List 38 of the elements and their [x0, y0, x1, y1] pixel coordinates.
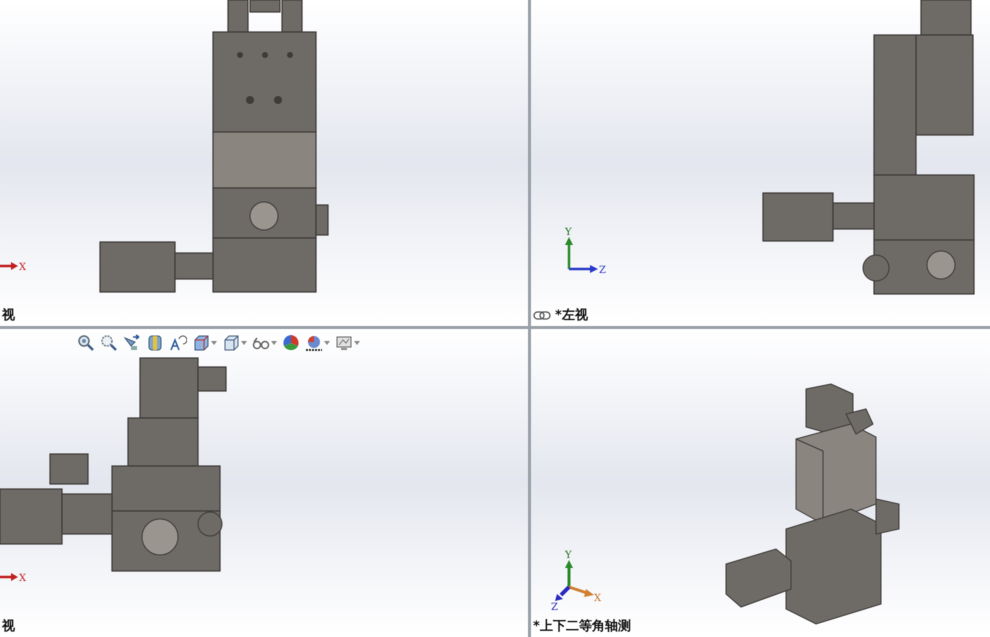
axis-label: Y	[565, 227, 572, 238]
axis-label: X	[19, 573, 26, 584]
axis-label: Y	[565, 550, 572, 561]
toolbar-button[interactable]	[122, 333, 142, 353]
z-axis-arrow-icon	[569, 265, 598, 273]
previous-view-icon	[123, 334, 141, 352]
axis-label: X	[19, 262, 26, 273]
monitor-icon	[335, 334, 353, 352]
caret-icon	[354, 341, 360, 345]
toolbar-button[interactable]	[76, 333, 96, 353]
axis-label: Z	[599, 265, 606, 276]
scene-icon	[305, 334, 323, 352]
x-axis-arrow-icon	[0, 262, 18, 270]
x-axis-arrow-icon	[568, 586, 594, 597]
toolbar-button[interactable]	[304, 333, 331, 353]
caret-icon	[211, 341, 217, 345]
view-label: *上下二等角轴测	[533, 618, 631, 635]
view-label: 视	[2, 307, 15, 324]
section-view-icon	[146, 334, 164, 352]
caret-icon	[241, 341, 247, 345]
caret-icon	[324, 341, 330, 345]
toolbar-button[interactable]	[99, 333, 119, 353]
toolbar-button[interactable]	[168, 333, 188, 353]
shaded-cube-icon	[222, 334, 240, 352]
x-axis-arrow-icon	[0, 573, 18, 581]
view-label: 视	[2, 618, 15, 635]
y-axis-arrow-icon	[565, 237, 573, 269]
color-ball-icon	[282, 334, 300, 352]
caret-icon	[271, 341, 277, 345]
view-orientation-icon	[192, 334, 210, 352]
zoom-fit-icon	[77, 334, 95, 352]
view-label: *左视	[555, 307, 588, 324]
zoom-area-icon	[100, 334, 118, 352]
z-axis-arrow-icon	[555, 586, 570, 601]
y-axis-arrow-icon	[565, 560, 573, 587]
dynamic-annotation-icon	[169, 334, 187, 352]
axis-label: X	[594, 593, 602, 604]
axis-label: Z	[551, 602, 558, 611]
